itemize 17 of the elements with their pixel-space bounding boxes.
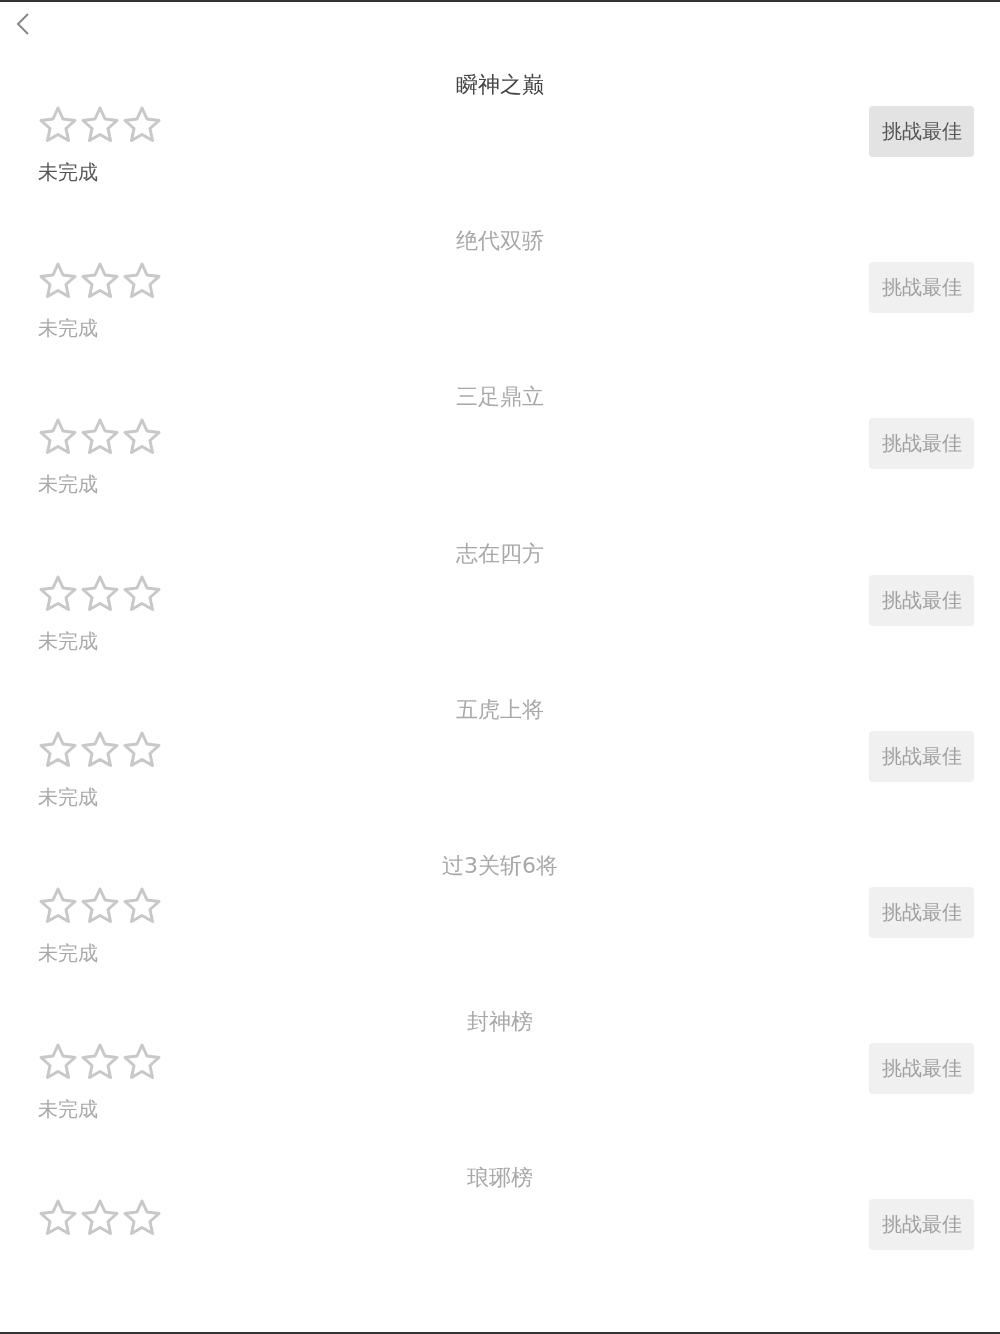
completion-status: 未完成 (38, 1096, 99, 1123)
level-title: 三足鼎立 (455, 383, 545, 412)
completion-status: 未完成 (38, 783, 99, 810)
level-title: 瞬神之巅 (455, 71, 545, 99)
completion-status: 未完成 (38, 159, 99, 185)
completion-status: 未完成 (38, 939, 99, 966)
completion-status: 未完成 (38, 627, 99, 654)
level-title: 过3关斩6将 (441, 851, 559, 880)
completion-status: 未完成 (38, 315, 99, 342)
level-title: 琅琊榜 (466, 1164, 534, 1193)
challenge-button[interactable]: 挑战最佳 (869, 106, 974, 157)
level-title: 志在四方 (455, 539, 545, 568)
completion-status: 未完成 (38, 471, 99, 498)
level-title: 五虎上将 (455, 695, 545, 724)
level-title: 绝代双骄 (455, 227, 545, 256)
level-title: 封神榜 (466, 1008, 534, 1037)
back-icon[interactable] (16, 12, 30, 36)
